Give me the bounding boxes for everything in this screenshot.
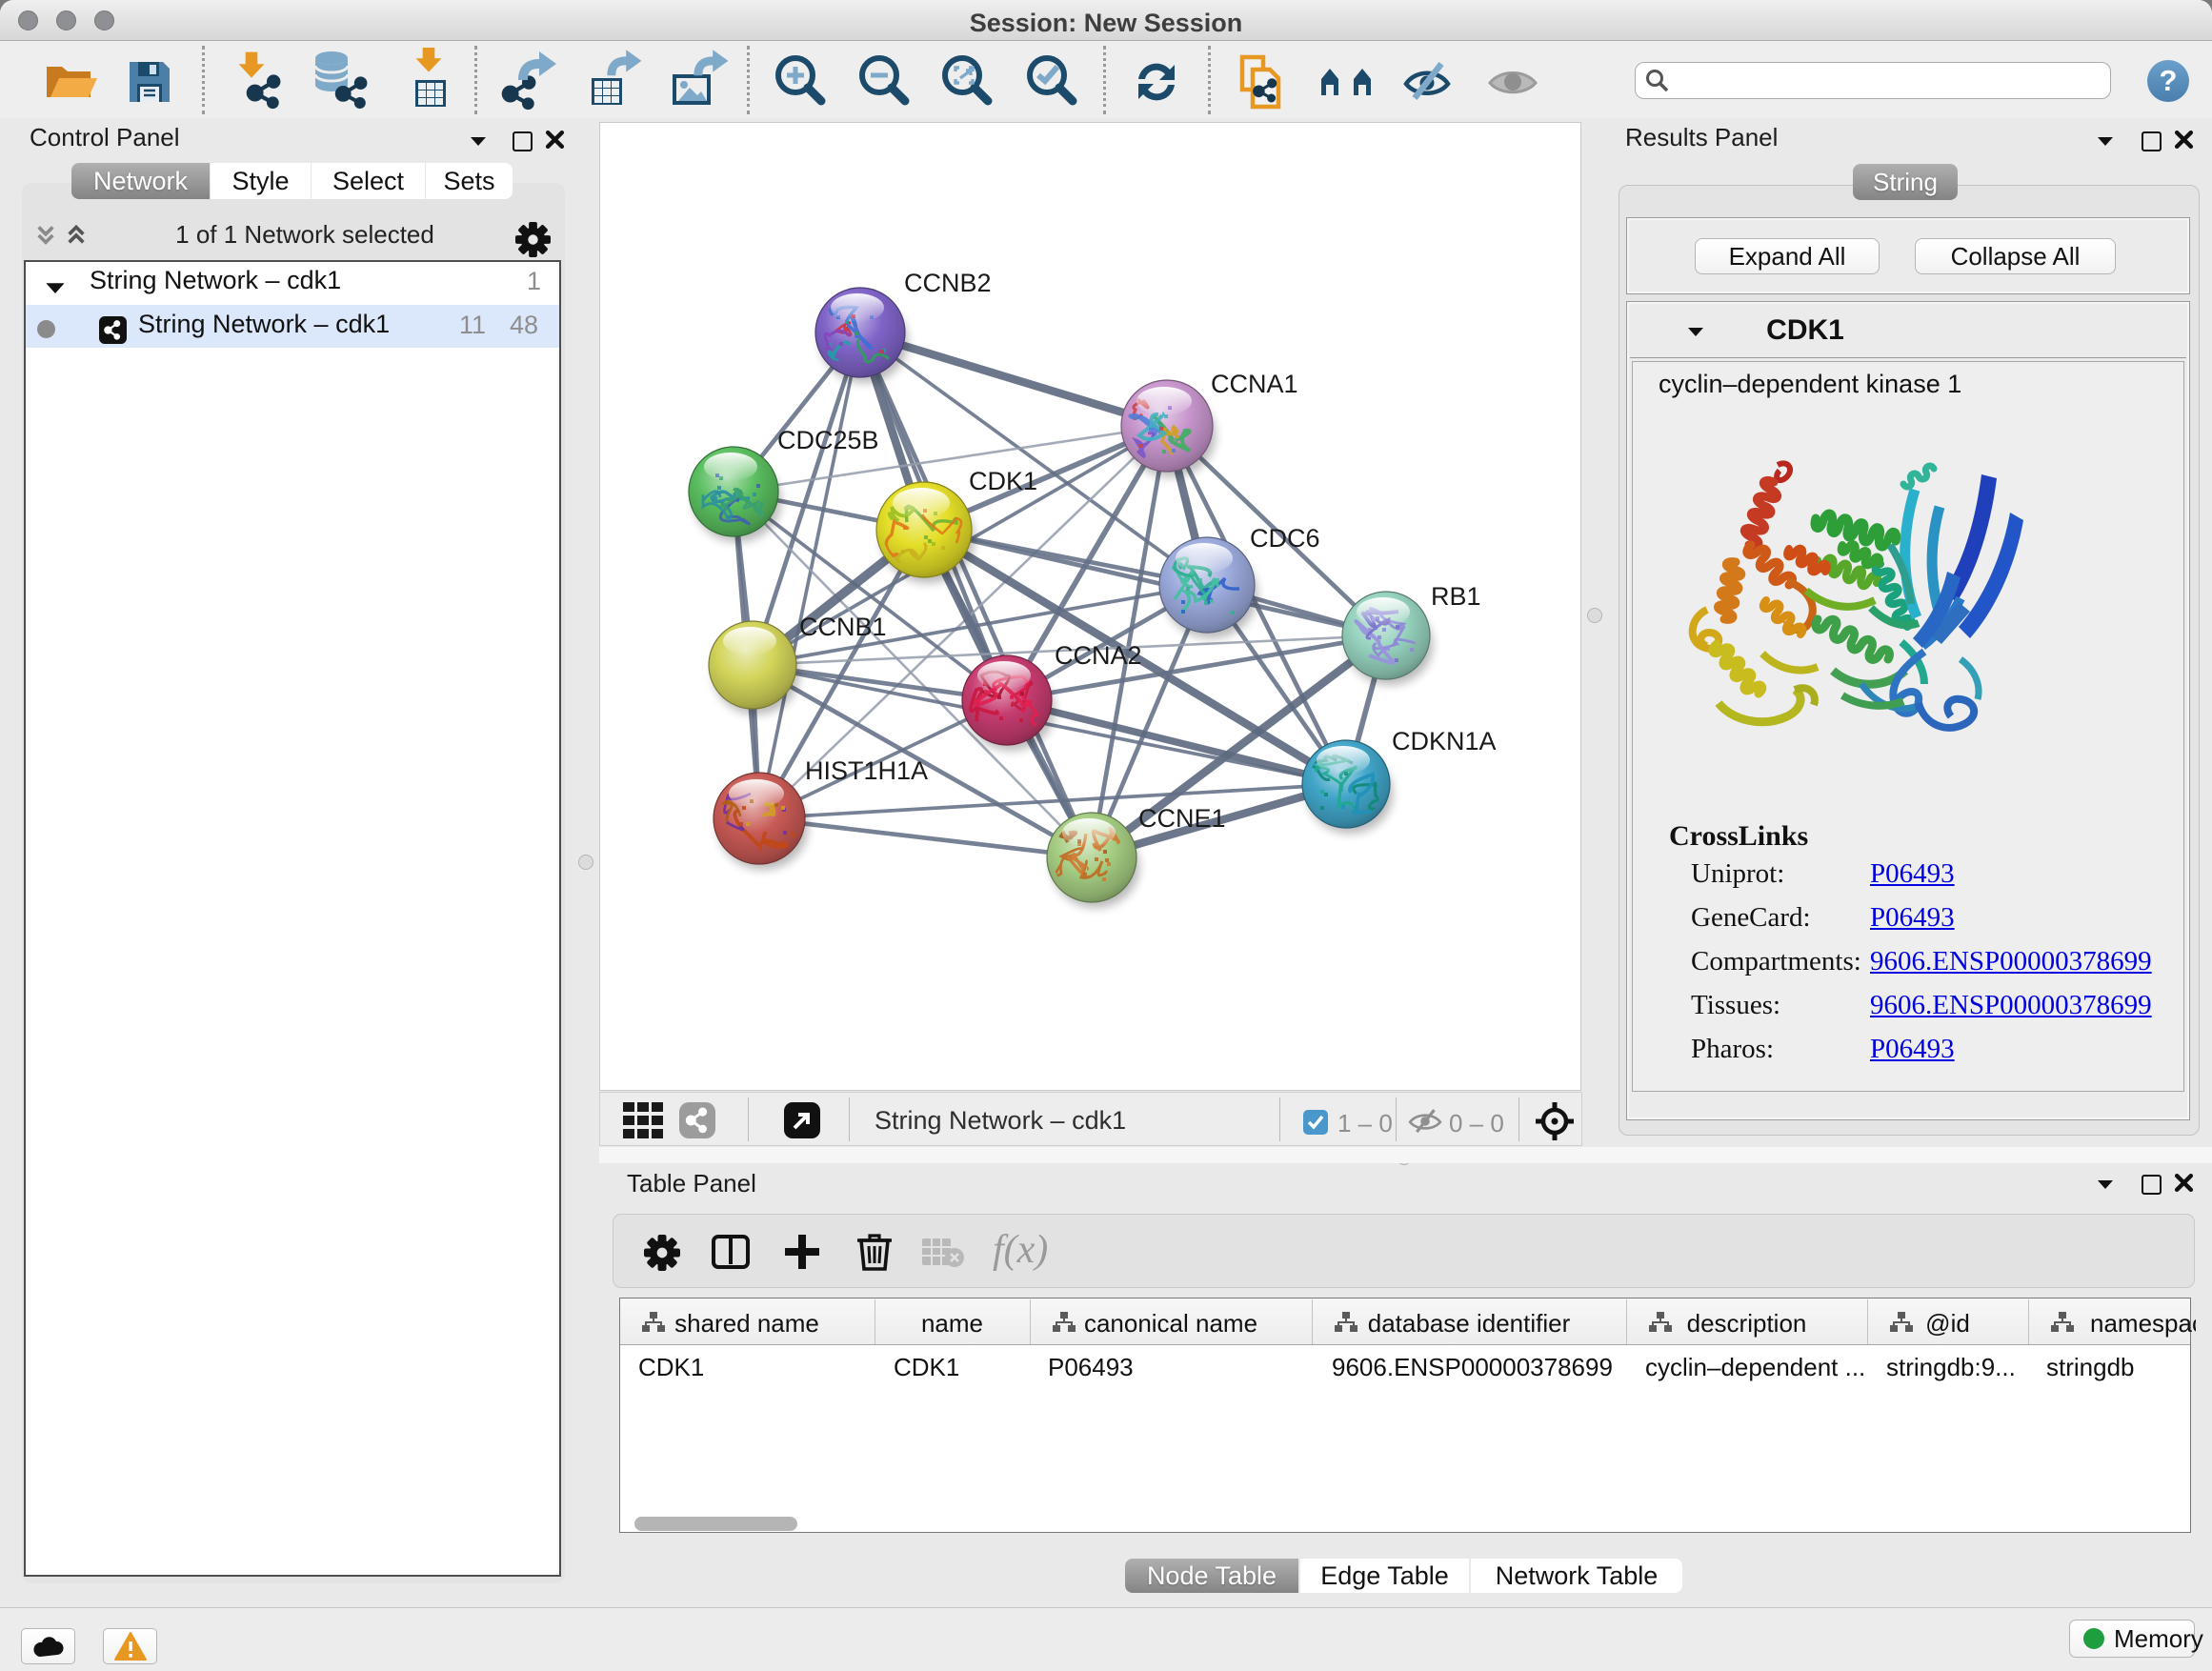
svg-text:RB1: RB1 [1431, 582, 1481, 611]
svg-text:HIST1H1A: HIST1H1A [805, 756, 928, 785]
svg-text:CCNB1: CCNB1 [799, 613, 887, 641]
svg-text:CDK1: CDK1 [969, 467, 1037, 495]
svg-text:CDC25B: CDC25B [777, 426, 879, 454]
svg-text:CCNB2: CCNB2 [904, 269, 992, 297]
svg-text:CDKN1A: CDKN1A [1392, 727, 1497, 755]
svg-text:CDC6: CDC6 [1250, 524, 1320, 553]
svg-text:CCNE1: CCNE1 [1138, 804, 1226, 833]
svg-text:CCNA2: CCNA2 [1055, 641, 1142, 670]
svg-text:CCNA1: CCNA1 [1211, 370, 1298, 398]
